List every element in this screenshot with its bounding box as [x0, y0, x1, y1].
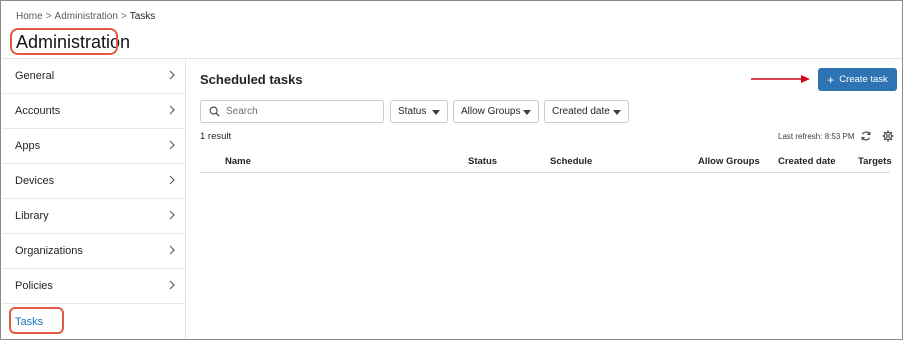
create-task-button[interactable]: + Create task [818, 68, 897, 91]
breadcrumb-home[interactable]: Home [16, 11, 43, 22]
app-window: Home > Administration > Tasks Administra… [0, 0, 903, 340]
sidebar-item-policies[interactable]: Policies [2, 269, 185, 304]
annotation-arrow [751, 75, 810, 83]
table-header: Name Status Schedule Allow Groups Create… [200, 149, 892, 173]
breadcrumb-current: Tasks [129, 11, 156, 22]
status-filter[interactable]: Status [390, 100, 448, 123]
result-count: 1 result [200, 131, 232, 142]
annotation-highlight-tasks [9, 307, 64, 334]
sidebar-item-apps[interactable]: Apps [2, 129, 185, 164]
chevron-right-icon [169, 210, 175, 220]
chevron-right-icon [169, 175, 175, 185]
breadcrumb-separator: > [45, 11, 52, 22]
settings-gear-icon[interactable] [882, 130, 894, 142]
chevron-right-icon [169, 280, 175, 290]
last-refresh-text: Last refresh: 8:53 PM [778, 132, 855, 141]
sidebar-item-label: Apps [15, 140, 41, 152]
caret-down-icon [613, 110, 621, 115]
filter-label: Allow Groups [461, 106, 521, 117]
sidebar: General Accounts Apps Devices Library Or… [2, 59, 186, 339]
caret-down-icon [523, 110, 531, 115]
sidebar-item-label: Policies [15, 280, 53, 292]
caret-down-icon [432, 110, 440, 115]
created-date-filter[interactable]: Created date [544, 100, 629, 123]
sidebar-item-label: General [15, 70, 55, 82]
refresh-icon[interactable] [860, 130, 872, 142]
column-header-name[interactable]: Name [225, 156, 251, 167]
chevron-right-icon [169, 140, 175, 150]
breadcrumb-separator: > [120, 11, 127, 22]
section-title: Scheduled tasks [200, 72, 303, 87]
column-header-status[interactable]: Status [468, 156, 497, 167]
column-header-schedule[interactable]: Schedule [550, 156, 592, 167]
breadcrumb-administration[interactable]: Administration [55, 11, 118, 22]
search-field[interactable] [200, 100, 384, 123]
sidebar-item-library[interactable]: Library [2, 199, 185, 234]
create-task-label: Create task [839, 74, 888, 85]
search-input[interactable] [226, 106, 376, 117]
sidebar-item-general[interactable]: General [2, 59, 185, 94]
filter-label: Created date [552, 106, 610, 117]
sidebar-item-label: Organizations [15, 245, 83, 257]
breadcrumb: Home > Administration > Tasks [16, 11, 155, 22]
annotation-highlight-title [10, 28, 118, 55]
sidebar-item-label: Devices [15, 175, 55, 187]
chevron-right-icon [169, 70, 175, 80]
filter-label: Status [398, 106, 427, 117]
sidebar-item-devices[interactable]: Devices [2, 164, 185, 199]
column-header-targets[interactable]: Targets [858, 156, 892, 167]
column-header-created-date[interactable]: Created date [778, 156, 836, 167]
page-header: Home > Administration > Tasks Administra… [2, 2, 902, 59]
sidebar-item-label: Accounts [15, 105, 61, 117]
allow-groups-filter[interactable]: Allow Groups [453, 100, 539, 123]
chevron-right-icon [169, 245, 175, 255]
column-header-allow-groups[interactable]: Allow Groups [698, 156, 760, 167]
main-content: Scheduled tasks + Create task Status All… [187, 59, 902, 339]
sidebar-item-label: Library [15, 210, 49, 222]
search-icon [209, 106, 220, 117]
sidebar-item-organizations[interactable]: Organizations [2, 234, 185, 269]
sidebar-item-accounts[interactable]: Accounts [2, 94, 185, 129]
chevron-right-icon [169, 105, 175, 115]
plus-icon: + [827, 72, 835, 87]
